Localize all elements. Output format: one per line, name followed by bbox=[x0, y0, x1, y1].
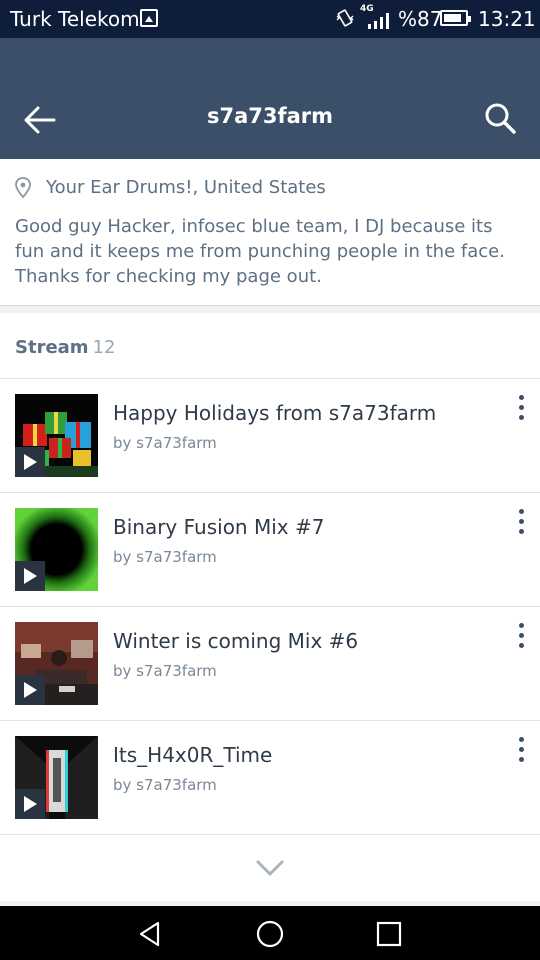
track-artist: by s7a73farm bbox=[113, 662, 217, 680]
play-icon[interactable] bbox=[15, 675, 45, 705]
track-artwork bbox=[15, 622, 98, 705]
track-artist: by s7a73farm bbox=[113, 548, 217, 566]
track-item[interactable]: Winter is coming Mix #6 by s7a73farm bbox=[0, 607, 540, 721]
battery-percent: %87 bbox=[398, 7, 443, 31]
more-options-icon[interactable] bbox=[506, 395, 536, 435]
more-options-icon[interactable] bbox=[506, 623, 536, 663]
stream-section: Stream 12 Happy Holidays from s7a73farm b… bbox=[0, 313, 540, 901]
nav-recents-icon[interactable] bbox=[376, 921, 402, 947]
profile-location: Your Ear Drums!, United States bbox=[46, 177, 326, 198]
stream-count: 12 bbox=[92, 337, 116, 358]
track-artist: by s7a73farm bbox=[113, 776, 217, 794]
play-icon[interactable] bbox=[15, 447, 45, 477]
app-bar: s7a73farm bbox=[0, 38, 540, 159]
battery-tip bbox=[468, 16, 471, 22]
system-navigation-bar bbox=[0, 906, 540, 960]
track-artwork bbox=[15, 394, 98, 477]
location-pin-icon bbox=[15, 177, 31, 199]
play-icon[interactable] bbox=[15, 561, 45, 591]
more-options-icon[interactable] bbox=[506, 509, 536, 549]
profile-bio: Good guy Hacker, infosec blue team, I DJ… bbox=[15, 216, 505, 287]
track-item[interactable]: Binary Fusion Mix #7 by s7a73farm bbox=[0, 493, 540, 607]
clock: 13:21 bbox=[478, 7, 536, 31]
carrier-name: Turk Telekom bbox=[10, 7, 140, 31]
page-title: s7a73farm bbox=[206, 104, 334, 128]
track-item[interactable]: Its_H4x0R_Time by s7a73farm bbox=[0, 721, 540, 835]
nav-home-icon[interactable] bbox=[256, 920, 284, 948]
track-title: Its_H4x0R_Time bbox=[113, 743, 273, 767]
stream-header: Stream 12 bbox=[15, 337, 115, 358]
more-options-icon[interactable] bbox=[506, 737, 536, 777]
vibrate-icon bbox=[336, 9, 354, 27]
battery-fill bbox=[444, 14, 461, 22]
status-bar: Turk Telekom 4G %87 13:21 bbox=[0, 0, 540, 38]
track-title: Winter is coming Mix #6 bbox=[113, 629, 359, 653]
track-title: Happy Holidays from s7a73farm bbox=[113, 401, 437, 425]
profile-info: Your Ear Drums!, United States Good guy … bbox=[0, 159, 540, 306]
search-icon[interactable] bbox=[478, 96, 522, 140]
track-title: Binary Fusion Mix #7 bbox=[113, 515, 325, 539]
image-notification-icon bbox=[140, 9, 158, 27]
play-icon[interactable] bbox=[15, 789, 45, 819]
track-artist: by s7a73farm bbox=[113, 434, 217, 452]
signal-icon bbox=[368, 13, 389, 29]
track-artwork bbox=[15, 508, 98, 591]
nav-back-icon[interactable] bbox=[136, 920, 164, 948]
stream-label: Stream bbox=[15, 337, 89, 358]
battery-icon bbox=[440, 10, 471, 26]
chevron-down-icon[interactable] bbox=[246, 854, 294, 884]
track-item[interactable]: Happy Holidays from s7a73farm by s7a73fa… bbox=[0, 379, 540, 493]
track-artwork bbox=[15, 736, 98, 819]
